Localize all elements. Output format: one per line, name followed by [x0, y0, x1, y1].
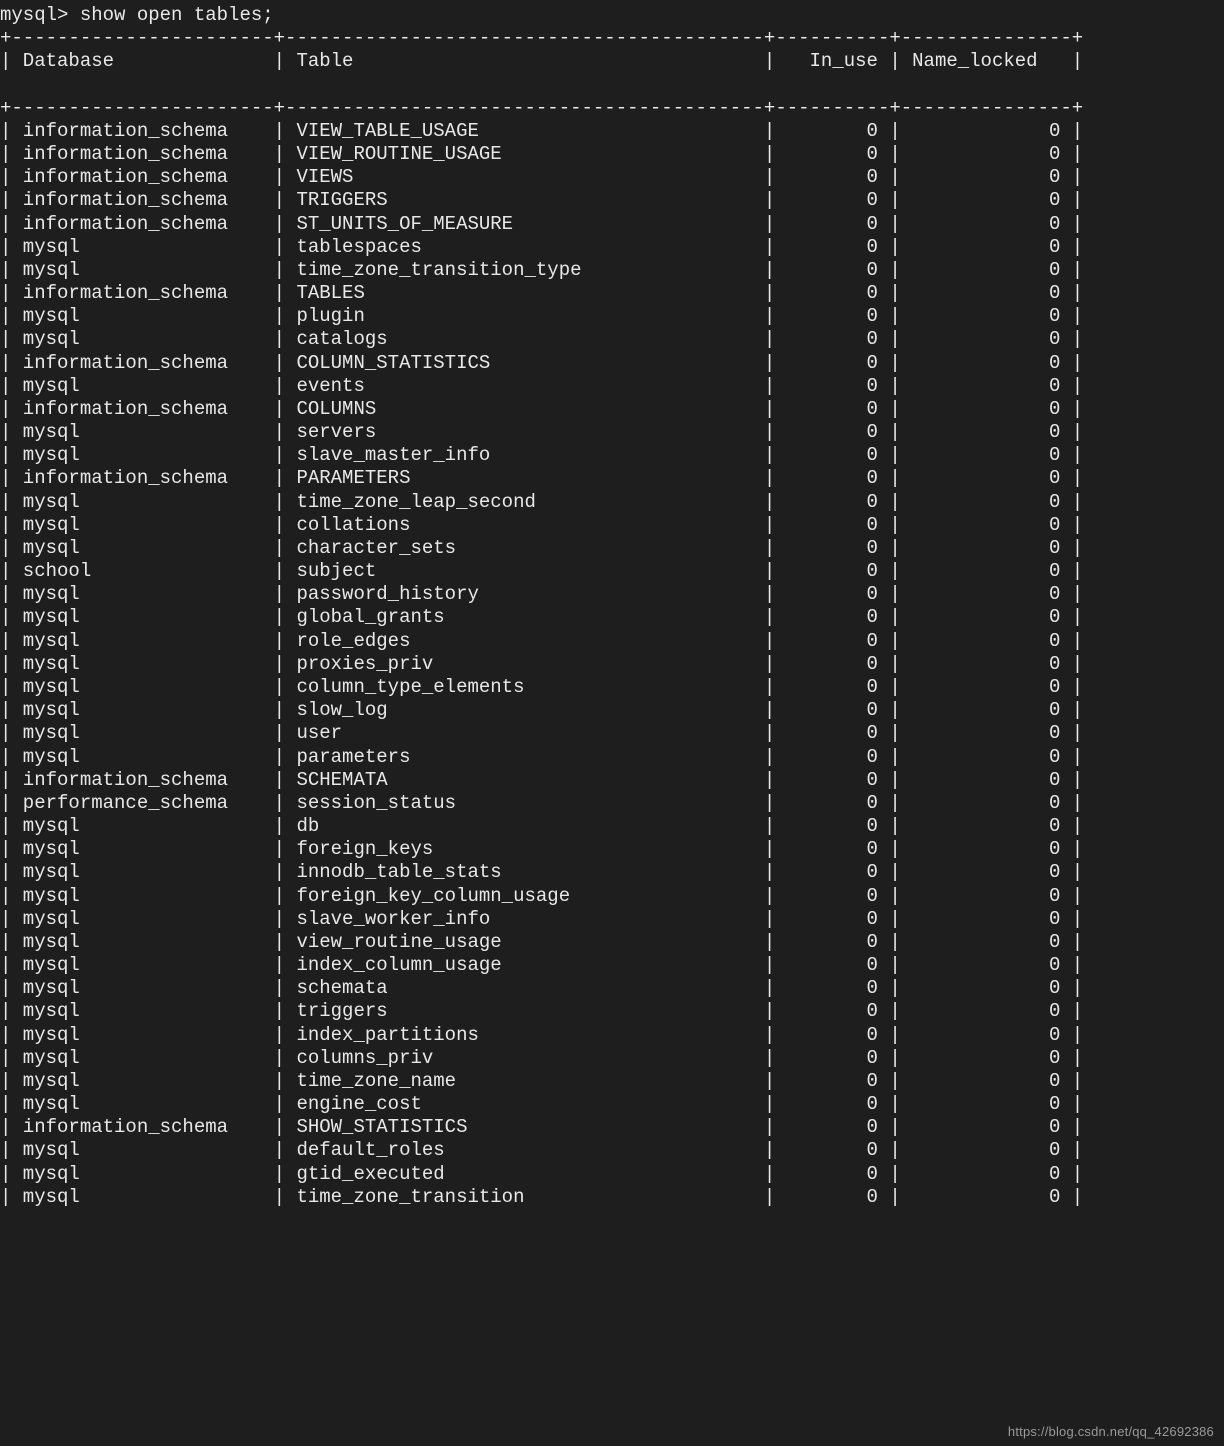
table-body: | information_schema | VIEW_TABLE_USAGE …: [0, 120, 1083, 1208]
command-text: show open tables;: [80, 4, 274, 26]
header-row: | Database | Table | In_use | Name_locke…: [0, 50, 1224, 73]
prompt-line: mysql> show open tables;: [0, 4, 274, 26]
watermark: https://blog.csdn.net/qq_42692386: [1008, 1424, 1214, 1440]
terminal[interactable]: mysql> show open tables; +--------------…: [0, 0, 1224, 1209]
separator-top: +-----------------------+---------------…: [0, 27, 1083, 49]
separator-mid: +-----------------------+---------------…: [0, 97, 1083, 119]
prompt: mysql>: [0, 4, 68, 26]
